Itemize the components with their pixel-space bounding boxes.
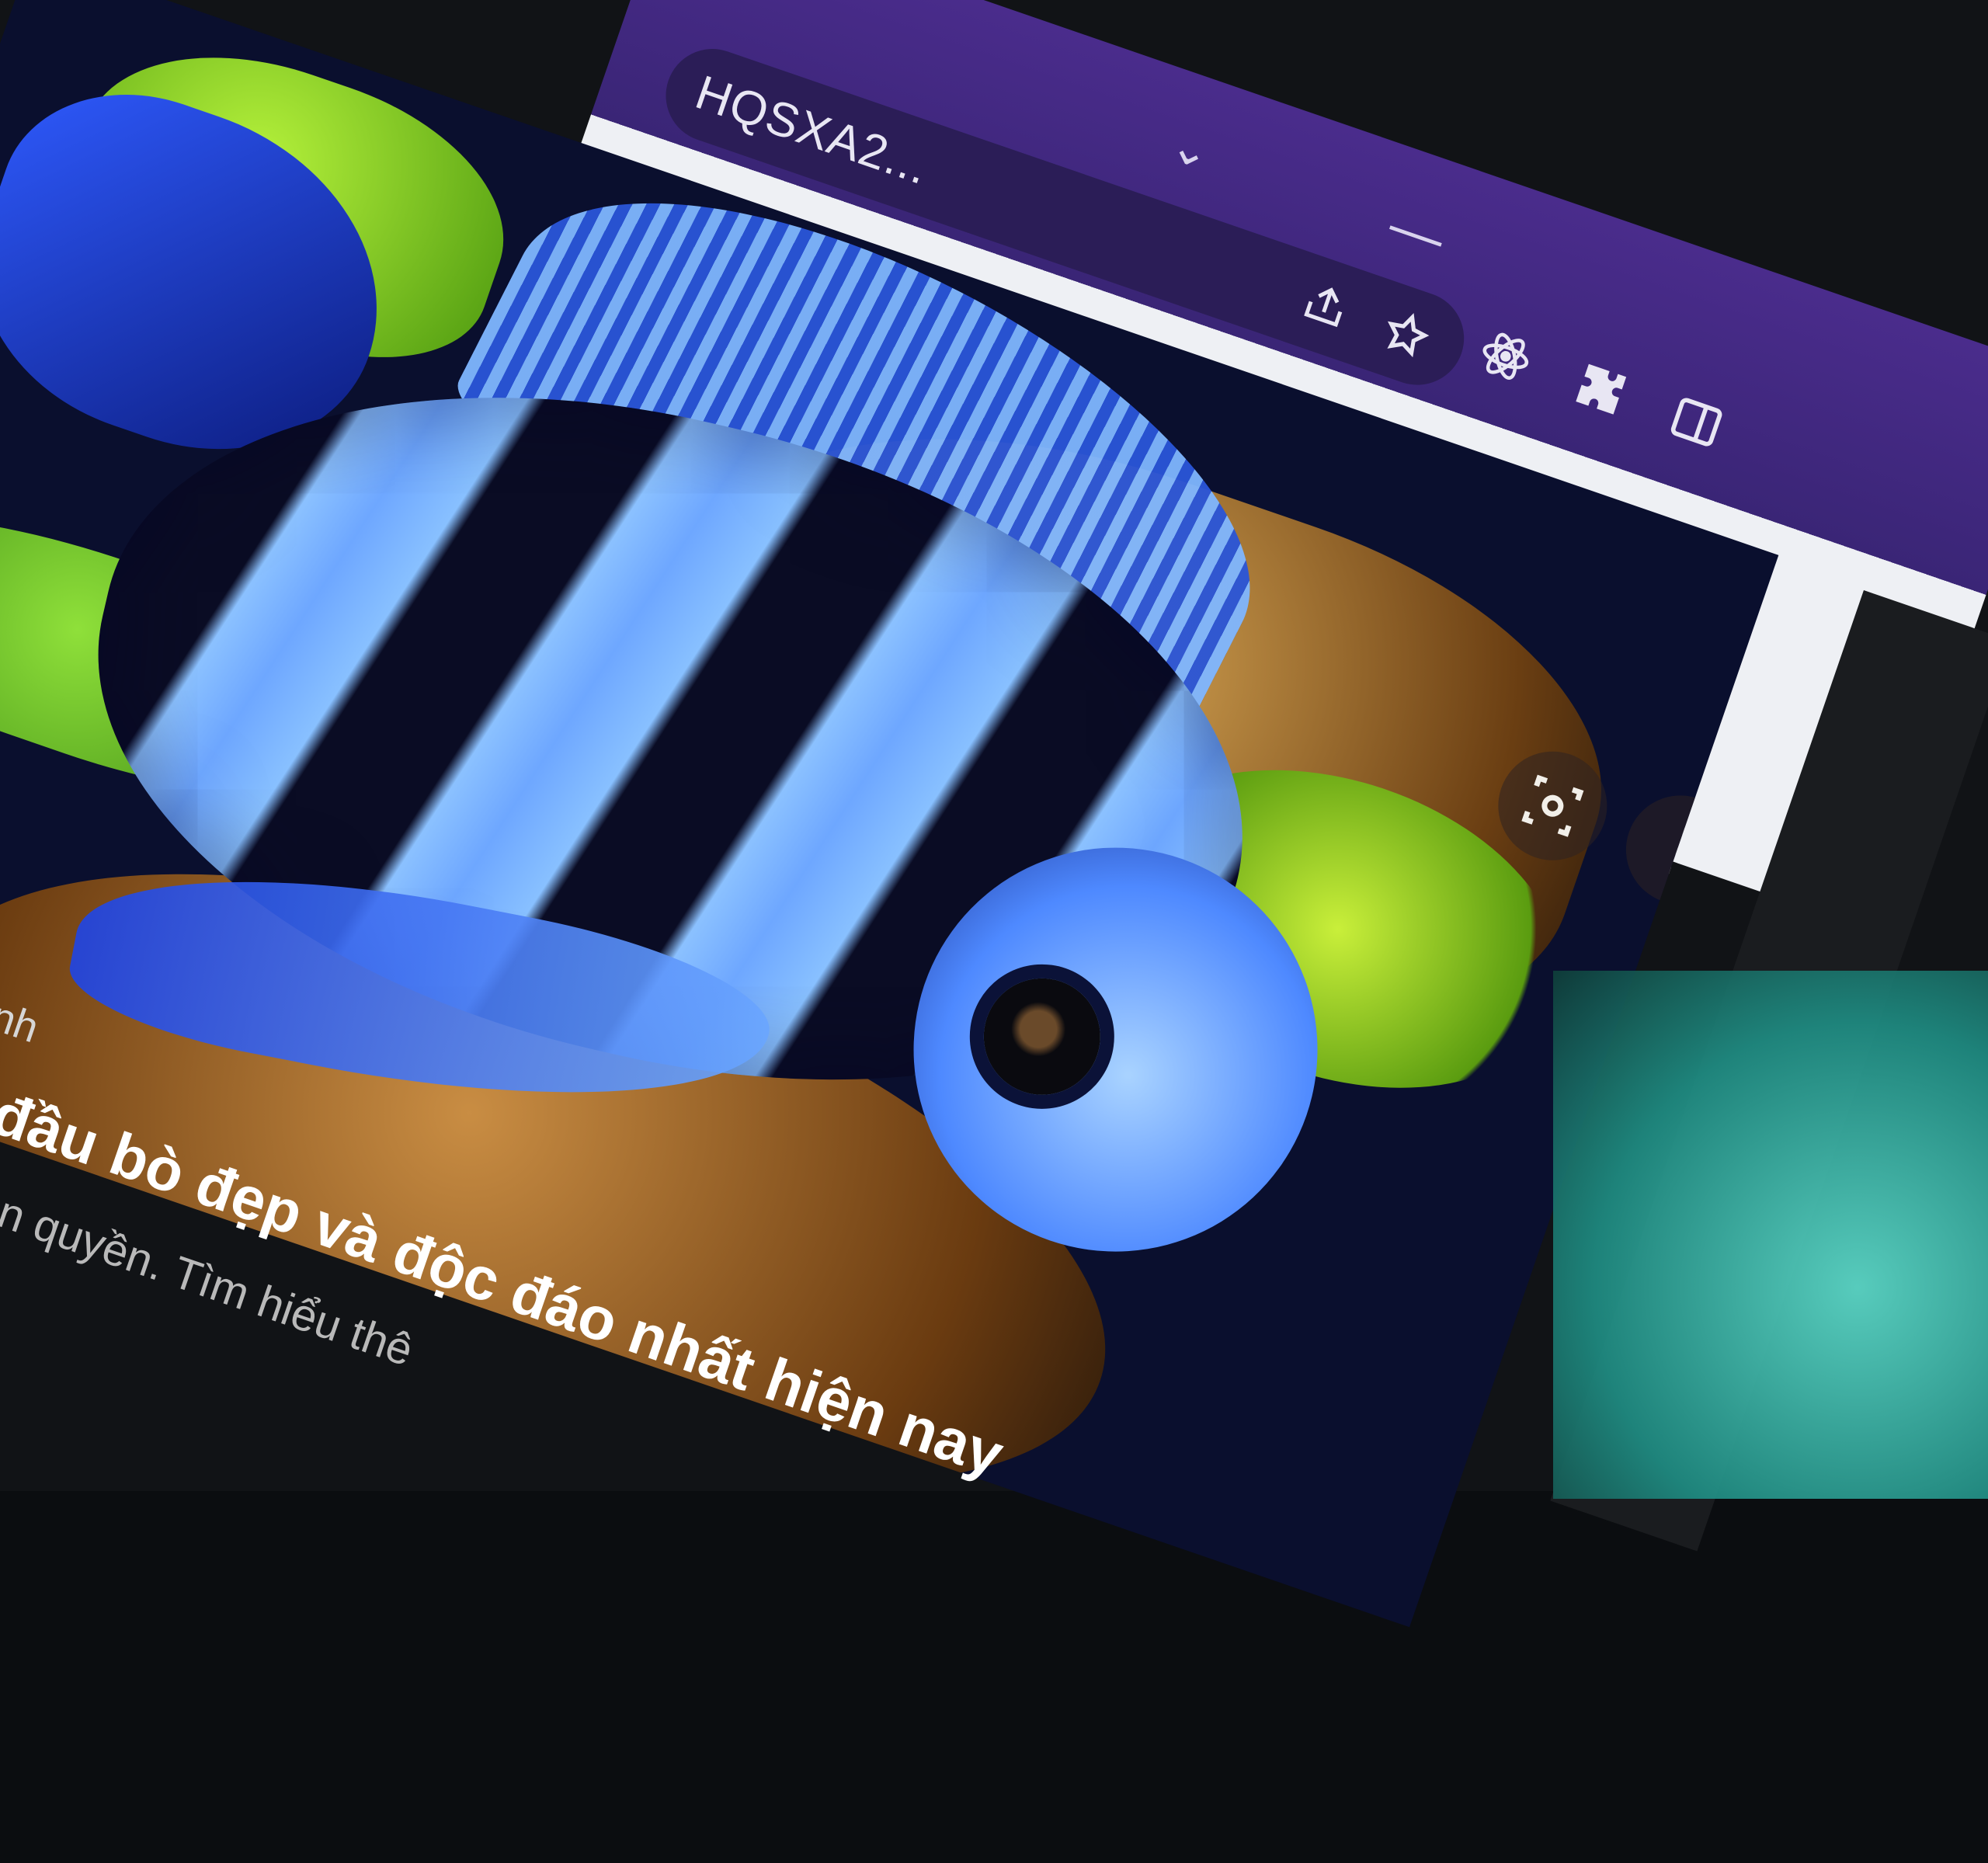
sidepanel-icon[interactable]	[1662, 388, 1731, 457]
minimize-button[interactable]: —	[1382, 193, 1453, 269]
react-icon[interactable]	[1471, 322, 1540, 391]
star-icon[interactable]	[1372, 300, 1441, 369]
tab-search-chevron[interactable]: ⌄	[1163, 117, 1218, 182]
puzzle-icon[interactable]	[1566, 355, 1635, 424]
background-scene	[1553, 971, 1988, 1499]
